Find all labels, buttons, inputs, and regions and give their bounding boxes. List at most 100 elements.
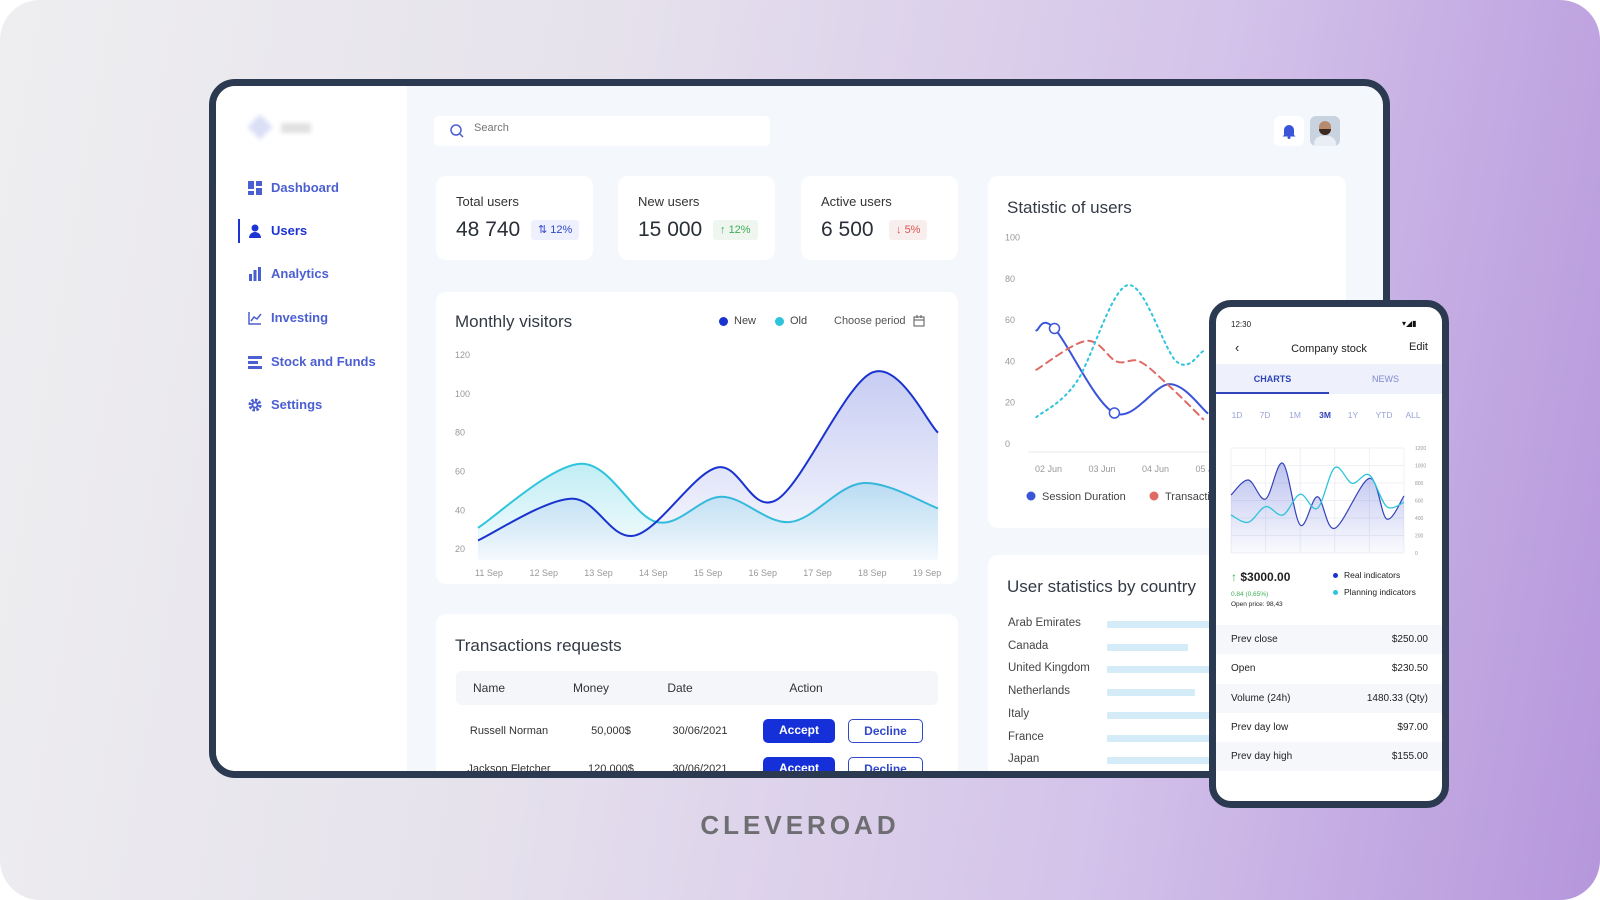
accept-button[interactable]: Accept: [763, 757, 835, 771]
price: ↑ $3000.00: [1231, 570, 1290, 584]
y-tick-label: 100: [455, 389, 470, 399]
detail-value: $250.00: [1391, 634, 1428, 645]
x-tick-label: 17 Sep: [803, 568, 832, 578]
sidebar-item-settings[interactable]: Settings: [248, 397, 322, 412]
sidebar-item-stock-and-funds[interactable]: Stock and Funds: [248, 354, 376, 369]
avatar[interactable]: [1310, 116, 1340, 146]
sidebar-item-label: Users: [271, 223, 308, 238]
change-badge: ⇅ 12%: [531, 220, 580, 240]
detail-value: $97.00: [1397, 721, 1428, 733]
cell-name: Russell Norman: [469, 725, 549, 737]
country-bar: [1107, 689, 1195, 697]
sidebar-item-analytics[interactable]: Analytics: [248, 266, 329, 281]
y-tick-label: 200: [1415, 534, 1424, 540]
y-tick-label: 800: [1415, 481, 1424, 487]
stat-card-total-users: Total users 48 740 ⇅ 12%: [436, 176, 593, 260]
stat-label: New users: [638, 194, 700, 209]
legend-dot: [1149, 491, 1159, 501]
y-tick-label: 20: [455, 544, 465, 554]
monthly-visitors-card: Monthly visitors New Old Choose period 2…: [436, 292, 958, 584]
x-tick-label: 18 Sep: [858, 568, 887, 578]
change-value: 12%: [550, 224, 573, 236]
detail-label: Open: [1231, 663, 1256, 675]
new-area: [478, 371, 938, 560]
x-tick-label: 11 Sep: [475, 568, 503, 578]
sidebar-item-investing[interactable]: Investing: [248, 310, 328, 325]
detail-row: Open $230.50: [1216, 654, 1442, 684]
data-point-marker[interactable]: [1108, 407, 1121, 419]
y-tick-label: 40: [1005, 356, 1015, 366]
legend-planning-label: Planning indicators: [1344, 587, 1416, 597]
search-icon: [450, 124, 464, 138]
trend-up-icon: ↑: [720, 224, 726, 236]
legend-dot: [1026, 491, 1036, 501]
country-label: Japan: [1008, 753, 1040, 766]
country-label: Arab Emirates: [1008, 617, 1081, 629]
cell-date: 30/06/2021: [672, 763, 728, 775]
detail-label: Prev close: [1231, 634, 1278, 645]
user-icon: [249, 224, 261, 238]
stat-card-active-users: Active users 6 500 ↓ 5%: [801, 176, 958, 260]
x-tick-label: 19 Sep: [913, 568, 942, 578]
notification-button[interactable]: [1274, 116, 1304, 146]
country-label: Netherlands: [1008, 685, 1071, 698]
country-label: France: [1008, 730, 1044, 743]
sidebar-item-label: Dashboard: [271, 180, 339, 195]
sidebar-item-users[interactable]: Users: [248, 223, 307, 238]
y-tick-label: 400: [1415, 516, 1424, 522]
stat-value: 15 000: [638, 218, 703, 241]
trend-down-icon: ↓: [896, 224, 902, 236]
series-1-line: [1035, 339, 1205, 421]
column-header-action: Action: [789, 681, 823, 695]
list-icon: [248, 355, 262, 369]
country-label: United Kingdom: [1008, 662, 1090, 675]
bell-icon: [1282, 125, 1296, 139]
legend-planning: Planning indicators: [1333, 587, 1416, 597]
price-value: $3000.00: [1240, 570, 1291, 584]
sidebar-item-label: Analytics: [271, 266, 329, 281]
y-tick-label: 1200: [1415, 446, 1426, 452]
y-tick-label: 0: [1005, 439, 1010, 449]
y-tick-label: 60: [1005, 315, 1015, 325]
y-tick-label: 100: [1005, 233, 1020, 243]
country-bar: [1107, 643, 1188, 651]
y-tick-label: 60: [455, 467, 465, 477]
open-price: Open price: 98,43: [1231, 601, 1283, 608]
active-indicator: [238, 219, 240, 243]
cleveroad-watermark: CLEVEROAD: [700, 810, 900, 840]
sidebar-item-label: Stock and Funds: [271, 354, 376, 369]
y-tick-label: 0: [1415, 551, 1418, 557]
trend-both-icon: ⇅: [538, 224, 548, 236]
detail-label: Prev day high: [1231, 751, 1293, 763]
x-tick-label: 12 Sep: [529, 568, 558, 578]
sidebar-item-label: Investing: [271, 310, 329, 325]
transactions-title: Transactions requests: [455, 636, 622, 655]
stat-card-new-users: New users 15 000 ↑ 12%: [618, 176, 775, 260]
x-tick-label: 03 Jun: [1089, 464, 1116, 474]
transactions-card: Transactions requests Name Money Date Actio…: [436, 614, 958, 775]
phone-frame: 12:30 ▾◢▮ ‹ Company stock Edit CHARTS NE…: [1209, 300, 1449, 808]
search-input[interactable]: [474, 122, 754, 134]
accept-button[interactable]: Accept: [763, 719, 835, 743]
dashboard-icon: [248, 180, 262, 195]
change-value: 5%: [904, 224, 921, 236]
logo: [247, 114, 321, 140]
search-bar[interactable]: [434, 116, 770, 146]
y-tick-label: 120: [455, 350, 470, 360]
detail-row: Prev day low $97.00: [1216, 712, 1442, 742]
detail-row: Volume (24h) 1480.33 (Qty): [1216, 683, 1442, 713]
cell-name: Jackson Fletcher: [467, 763, 551, 775]
x-tick-label: 13 Sep: [584, 568, 613, 578]
data-point-marker[interactable]: [1048, 322, 1061, 335]
y-tick-label: 20: [1005, 398, 1015, 408]
y-tick-label: 1000: [1415, 464, 1426, 470]
x-tick-label: 14 Sep: [639, 568, 668, 578]
y-tick-label: 40: [455, 505, 465, 515]
sidebar-item-dashboard[interactable]: Dashboard: [248, 180, 339, 195]
legend-real: Real indicators: [1333, 570, 1400, 580]
stat-label: Total users: [456, 194, 519, 209]
decline-button[interactable]: Decline: [848, 757, 923, 771]
decline-button[interactable]: Decline: [848, 719, 923, 743]
country-label: Canada: [1008, 639, 1049, 652]
x-tick-label: 16 Sep: [748, 568, 777, 578]
